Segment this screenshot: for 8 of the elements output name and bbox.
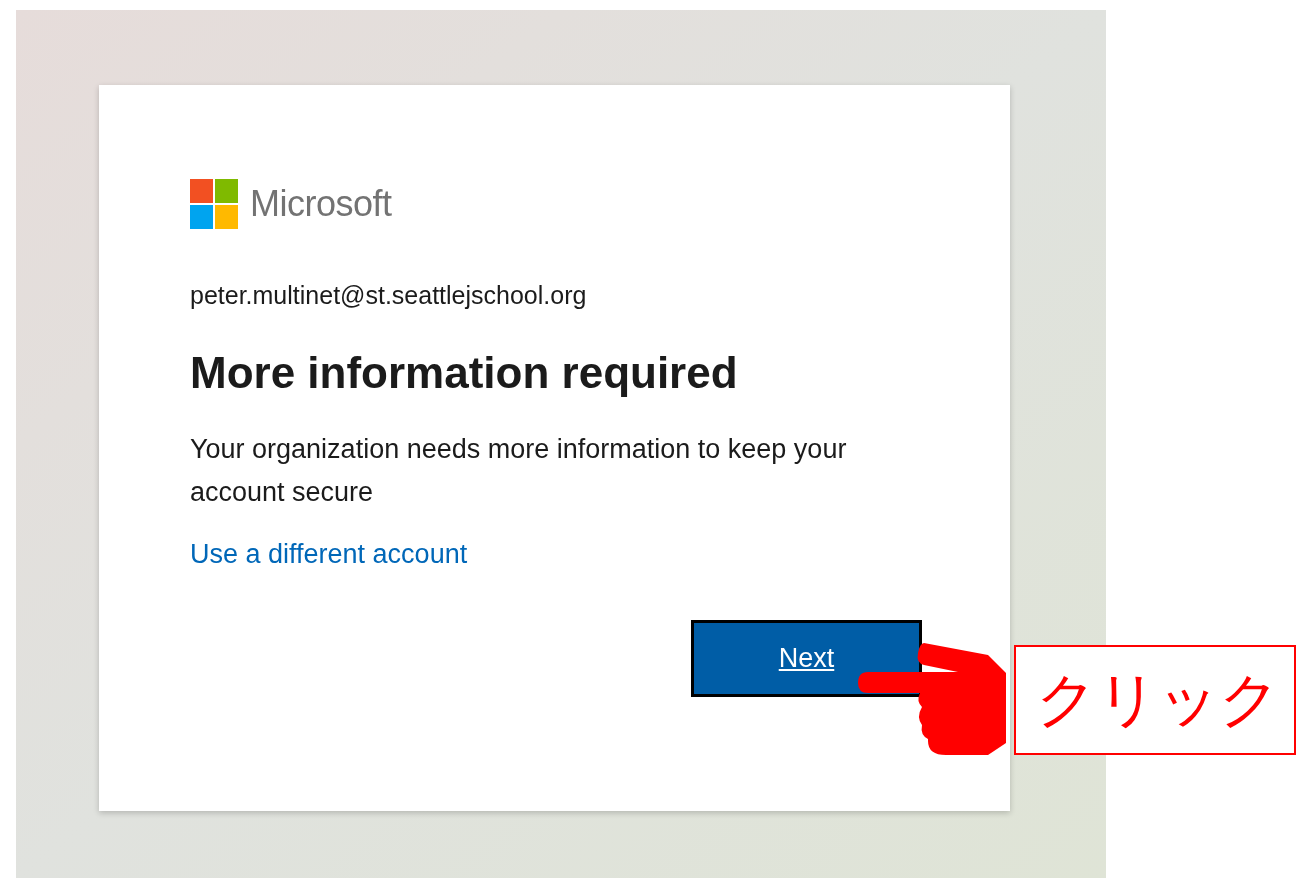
- message-text: Your organization needs more information to keep your account secure: [190, 432, 848, 509]
- account-email: peter.multinet@st.seattlejschool.org: [190, 280, 587, 311]
- different-account-link[interactable]: Use a different account: [190, 533, 468, 574]
- callout-label: クリック: [1036, 670, 1280, 730]
- next-button[interactable]: Next: [691, 620, 922, 697]
- logo-text: Microsoft: [250, 186, 392, 222]
- page-heading: More information required: [190, 346, 738, 399]
- logo-icon: [190, 179, 238, 229]
